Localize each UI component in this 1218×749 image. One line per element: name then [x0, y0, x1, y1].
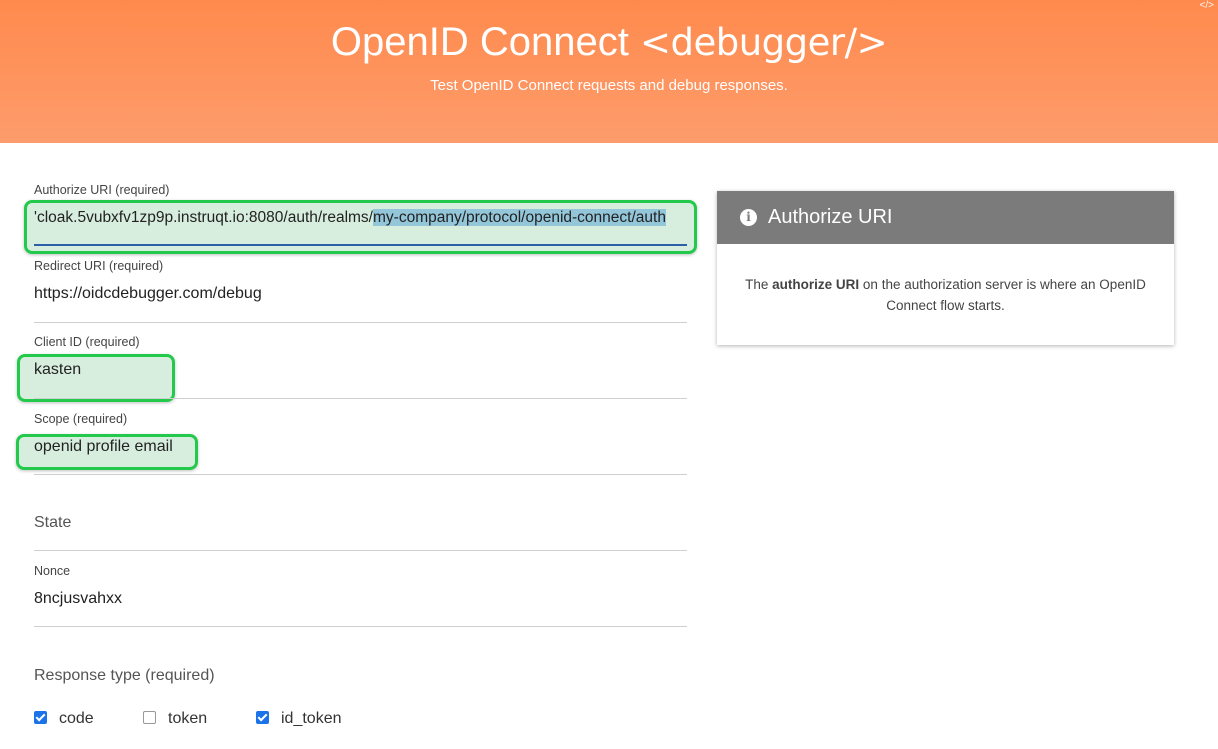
- token-label: token: [168, 710, 208, 727]
- code-icon[interactable]: </>: [1200, 0, 1214, 11]
- info-panel-header: i Authorize URI: [717, 191, 1174, 244]
- client-id-underline: [34, 398, 687, 399]
- authorize-uri-text: 'cloak.5vubxfv1zp9p.instruqt.io:8080/aut…: [34, 209, 373, 226]
- info-body-bold: authorize URI: [772, 277, 860, 292]
- page-subtitle: Test OpenID Connect requests and debug r…: [430, 77, 788, 94]
- response-type-label: Response type (required): [34, 667, 215, 684]
- client-id-input[interactable]: kasten: [34, 361, 687, 379]
- redirect-uri-label: Redirect URI (required): [34, 259, 164, 273]
- scope-field: Scope (required) openid profile email: [34, 412, 687, 475]
- code-label: code: [59, 710, 94, 727]
- token-checkbox[interactable]: [143, 711, 156, 725]
- response-type-code[interactable]: code: [34, 710, 94, 728]
- title-code: <debugger/>: [639, 21, 888, 64]
- redirect-uri-field: Redirect URI (required) https://oidcdebu…: [34, 259, 687, 323]
- info-panel: i Authorize URI The authorize URI on the…: [717, 191, 1174, 345]
- scope-underline: [34, 474, 687, 475]
- page-title: OpenID Connect <debugger/>: [0, 20, 1218, 65]
- response-type-id-token[interactable]: id_token: [256, 710, 342, 728]
- state-input[interactable]: State: [34, 514, 687, 532]
- nonce-input[interactable]: 8ncjusvahxx: [34, 590, 687, 608]
- info-circle-icon: i: [740, 209, 757, 226]
- info-panel-title: Authorize URI: [768, 206, 893, 228]
- nonce-field: Nonce 8ncjusvahxx: [34, 564, 687, 627]
- id-token-checkbox[interactable]: [256, 711, 269, 725]
- authorize-uri-field: Authorize URI (required) 'cloak.5vubxfv1…: [34, 183, 687, 246]
- info-body-prefix: The: [745, 277, 773, 292]
- client-id-label: Client ID (required): [34, 335, 140, 349]
- title-main: OpenID Connect: [330, 20, 629, 64]
- scope-input[interactable]: openid profile email: [34, 438, 687, 456]
- state-underline: [34, 550, 687, 551]
- response-type-field: Response type (required): [34, 667, 687, 685]
- response-type-token[interactable]: token: [143, 710, 207, 728]
- nonce-label: Nonce: [34, 564, 71, 578]
- id-token-label: id_token: [281, 710, 342, 727]
- nonce-underline: [34, 626, 687, 627]
- redirect-uri-input[interactable]: https://oidcdebugger.com/debug: [34, 285, 687, 303]
- info-panel-body: The authorize URI on the authorization s…: [717, 244, 1174, 316]
- authorize-uri-label: Authorize URI (required): [34, 183, 170, 197]
- client-id-field: Client ID (required) kasten: [34, 335, 687, 399]
- authorize-uri-underline: [34, 244, 687, 246]
- authorize-uri-input[interactable]: 'cloak.5vubxfv1zp9p.instruqt.io:8080/aut…: [34, 209, 687, 227]
- code-checkbox[interactable]: [34, 711, 47, 725]
- redirect-uri-underline: [34, 322, 687, 323]
- scope-label: Scope (required): [34, 412, 128, 426]
- authorize-uri-selection: my-company/protocol/openid-connect/auth: [373, 209, 666, 226]
- page-header: OpenID Connect <debugger/> Test OpenID C…: [0, 0, 1218, 143]
- info-body-suffix: on the authorization server is where an …: [859, 277, 1146, 313]
- state-field: State: [34, 514, 687, 551]
